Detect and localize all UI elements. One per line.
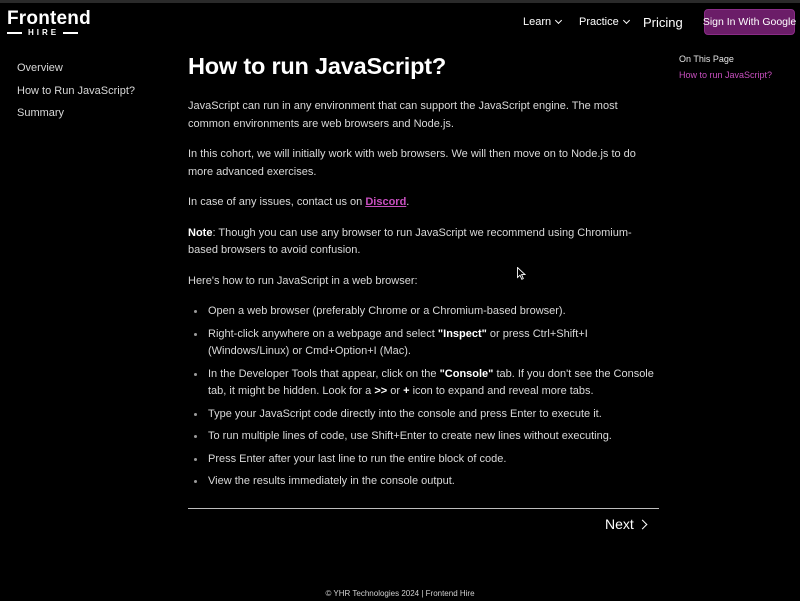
logo-wordmark: Frontend [7,8,91,29]
steps-list: Open a web browser (preferably Chrome or… [188,303,659,491]
sidebar-item-how-to-run[interactable]: How to Run JavaScript? [17,84,135,107]
list-item: Press Enter after your last line to run … [188,451,659,469]
frontend-hire-logo[interactable]: Frontend HIRE [7,8,91,37]
logo-rule-right [63,32,79,34]
contact-suffix: . [406,196,410,208]
note-text: : Though you can use any browser to run … [188,226,632,257]
top-navbar: Frontend HIRE Learn Practice Pricing Sig… [0,3,800,41]
step-text: icon to expand and reveal more tabs. [409,385,594,397]
sign-in-label: Sign In With Google [702,16,797,28]
list-item: Right-click anywhere on a webpage and se… [188,326,659,361]
list-item: In the Developer Tools that appear, clic… [188,366,659,401]
list-item: To run multiple lines of code, use Shift… [188,428,659,446]
discord-link[interactable]: Discord [365,196,406,208]
list-item: View the results immediately in the cons… [188,473,659,491]
nav-pricing-label: Pricing [643,14,683,30]
nav-learn-label: Learn [523,16,552,28]
paragraph-cohort: In this cohort, we will initially work w… [188,148,636,178]
chevron-down-icon [622,16,630,25]
step-emphasis: >> [374,385,388,397]
step-text: Open a web browser (preferably Chrome or… [208,305,566,317]
logo-rule-left [7,32,22,34]
paragraph-note: Note: Though you can use any browser to … [188,225,659,260]
footer-copyright: © YHR Technologies 2024 | Frontend Hire [325,589,475,598]
on-this-page-panel: On This Page How to run JavaScript? [679,54,772,80]
nav-pricing-link[interactable]: Pricing [643,3,683,41]
step-text: Right-click anywhere on a webpage and se… [208,327,438,340]
mouse-cursor-icon [517,267,526,280]
note-label: Note [188,226,213,239]
list-item: Type your JavaScript code directly into … [188,406,659,424]
lesson-sidebar: Overview How to Run JavaScript? Summary [17,61,135,129]
step-text: Press Enter after your last line to run … [208,452,507,465]
page-title: How to run JavaScript? [188,53,447,79]
step-text: or [387,385,404,397]
logo-subline: HIRE [7,29,87,37]
list-item: Open a web browser (preferably Chrome or… [188,303,659,321]
content-divider [188,508,659,509]
step-text: View the results immediately in the cons… [208,475,455,487]
step-emphasis: "Inspect" [437,327,487,340]
paragraph-steps-intro: Here's how to run JavaScript in a web br… [188,274,418,287]
toc-link-how-to-run[interactable]: How to run JavaScript? [679,70,772,80]
contact-prefix: In case of any issues, contact us on [188,196,366,208]
step-text: To run multiple lines of code, use Shift… [208,430,612,442]
chevron-right-icon [637,519,648,529]
article-content: How to run JavaScript? JavaScript can ru… [188,50,659,496]
paragraph-intro: JavaScript can run in any environment th… [188,100,618,130]
paragraph-contact: In case of any issues, contact us on Dis… [188,194,659,212]
nav-learn-dropdown[interactable]: Learn [523,3,563,41]
sign-in-google-button[interactable]: Sign In With Google [702,9,797,35]
next-label: Next [605,516,634,532]
step-emphasis: "Console" [439,367,494,380]
page-footer: © YHR Technologies 2024 | Frontend Hire [0,589,800,598]
next-page-button[interactable]: Next [605,516,648,532]
sidebar-item-summary[interactable]: Summary [17,106,135,129]
toc-title: On This Page [679,54,734,64]
nav-practice-dropdown[interactable]: Practice [579,3,630,41]
chevron-down-icon [555,16,563,25]
step-text: Type your JavaScript code directly into … [208,407,602,420]
nav-practice-label: Practice [579,16,619,28]
logo-subtext: HIRE [28,28,60,37]
step-text: In the Developer Tools that appear, clic… [208,367,440,380]
sidebar-item-overview[interactable]: Overview [17,61,135,84]
